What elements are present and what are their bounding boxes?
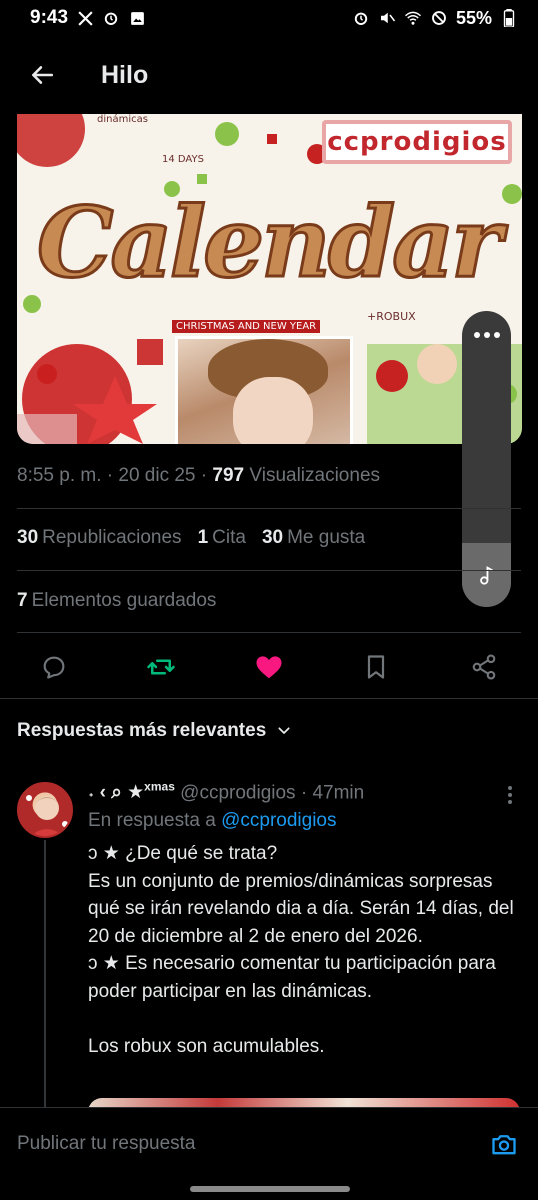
- status-right: 55%: [352, 8, 518, 29]
- repost-button[interactable]: [146, 652, 176, 682]
- do-not-disturb-icon: [430, 9, 448, 27]
- likes-stat[interactable]: 30 Me gusta: [262, 527, 365, 549]
- post-meta: 8:55 p. m. · 20 dic 25 · 797 Visualizaci…: [17, 465, 381, 486]
- reply-handle[interactable]: @ccprodigios: [180, 782, 295, 803]
- divider: [0, 698, 538, 699]
- sort-label: Respuestas más relevantes: [17, 720, 267, 741]
- banner-brand: ccprodigios: [322, 120, 512, 164]
- reply-display-name[interactable]: ˖ ‹ ⌕ ★xmas: [88, 780, 175, 803]
- divider: [17, 570, 521, 571]
- music-note-button[interactable]: [462, 543, 511, 607]
- heart-icon: [256, 656, 282, 679]
- reply-text: ɔ ★ ¿De qué se trata? Es un conjunto de …: [88, 843, 514, 1057]
- banner-photo: [175, 336, 353, 444]
- sort-replies-button[interactable]: Respuestas más relevantes: [17, 720, 292, 742]
- status-bar: 9:43 55%: [0, 0, 538, 36]
- banner-days: 14 DAYS: [162, 154, 204, 165]
- battery-percent: 55%: [455, 7, 492, 28]
- reply-time: 47min: [312, 782, 365, 804]
- quotes-stat[interactable]: 1 Cita: [198, 527, 246, 549]
- music-note-icon: [479, 566, 493, 585]
- status-left: 9:43: [30, 7, 146, 29]
- post-time: 8:55 p. m.: [17, 465, 102, 486]
- avatar-image: [26, 795, 68, 836]
- comment-icon: [43, 656, 65, 679]
- mute-icon: [378, 9, 396, 27]
- wifi-icon: [404, 9, 422, 27]
- views-count: 797: [212, 465, 245, 486]
- divider: [17, 508, 521, 509]
- post-date: 20 dic 25: [118, 465, 196, 486]
- reply-composer: Publicar tu respuesta: [0, 1107, 538, 1181]
- home-gesture-bar[interactable]: [190, 1186, 350, 1192]
- scroll-handle[interactable]: [462, 311, 511, 607]
- thread-header: Hilo: [0, 36, 538, 114]
- alarm-icon: [102, 9, 120, 27]
- reply-to-link[interactable]: @ccprodigios: [221, 810, 336, 831]
- banner-title: Calendar: [36, 185, 504, 301]
- image-icon: [128, 9, 146, 27]
- post-actions: [0, 645, 538, 687]
- post-image[interactable]: ccprodigios dinámicas 14 DAYS Calendar C…: [17, 114, 522, 444]
- reply-more-button[interactable]: [500, 782, 520, 808]
- reposts-stat[interactable]: 30 Republicaciones: [17, 527, 182, 549]
- post-stats: 30 Republicaciones 1 Cita 30 Me gusta: [17, 527, 365, 549]
- banner-top-text: dinámicas: [97, 114, 148, 125]
- saved-stat[interactable]: 7 Elementos guardados: [17, 590, 216, 612]
- divider: [17, 632, 521, 633]
- photo-face: [233, 377, 313, 444]
- battery-icon: [500, 9, 518, 27]
- thread-line: [44, 840, 46, 1110]
- views-label: Visualizaciones: [249, 465, 381, 486]
- bookmark-button[interactable]: [361, 652, 391, 682]
- chevron-down-icon: [278, 727, 290, 734]
- alarm-icon: [352, 9, 370, 27]
- repost-icon: [147, 659, 175, 675]
- share-icon: [472, 654, 496, 680]
- reply-header: ˖ ‹ ⌕ ★xmas @ccprodigios · 47min: [88, 780, 365, 804]
- like-button[interactable]: [254, 652, 284, 682]
- avatar[interactable]: [17, 782, 73, 838]
- reply-button[interactable]: [39, 652, 69, 682]
- more-dots-icon[interactable]: [462, 325, 511, 345]
- reply-to-line: En respuesta a @ccprodigios: [88, 810, 337, 831]
- x-logo-icon: [76, 9, 94, 27]
- banner-robux: +ROBUX: [367, 310, 416, 323]
- status-time: 9:43: [30, 7, 69, 28]
- banner-subtitle: CHRISTMAS AND NEW YEAR: [172, 320, 321, 333]
- page-title: Hilo: [101, 60, 149, 89]
- share-button[interactable]: [469, 652, 499, 682]
- bookmark-icon: [367, 655, 385, 679]
- reply-input[interactable]: Publicar tu respuesta: [17, 1133, 196, 1155]
- camera-icon: [492, 1135, 516, 1155]
- camera-button[interactable]: [489, 1130, 519, 1160]
- arrow-left-icon: [32, 66, 54, 84]
- back-button[interactable]: [22, 55, 62, 95]
